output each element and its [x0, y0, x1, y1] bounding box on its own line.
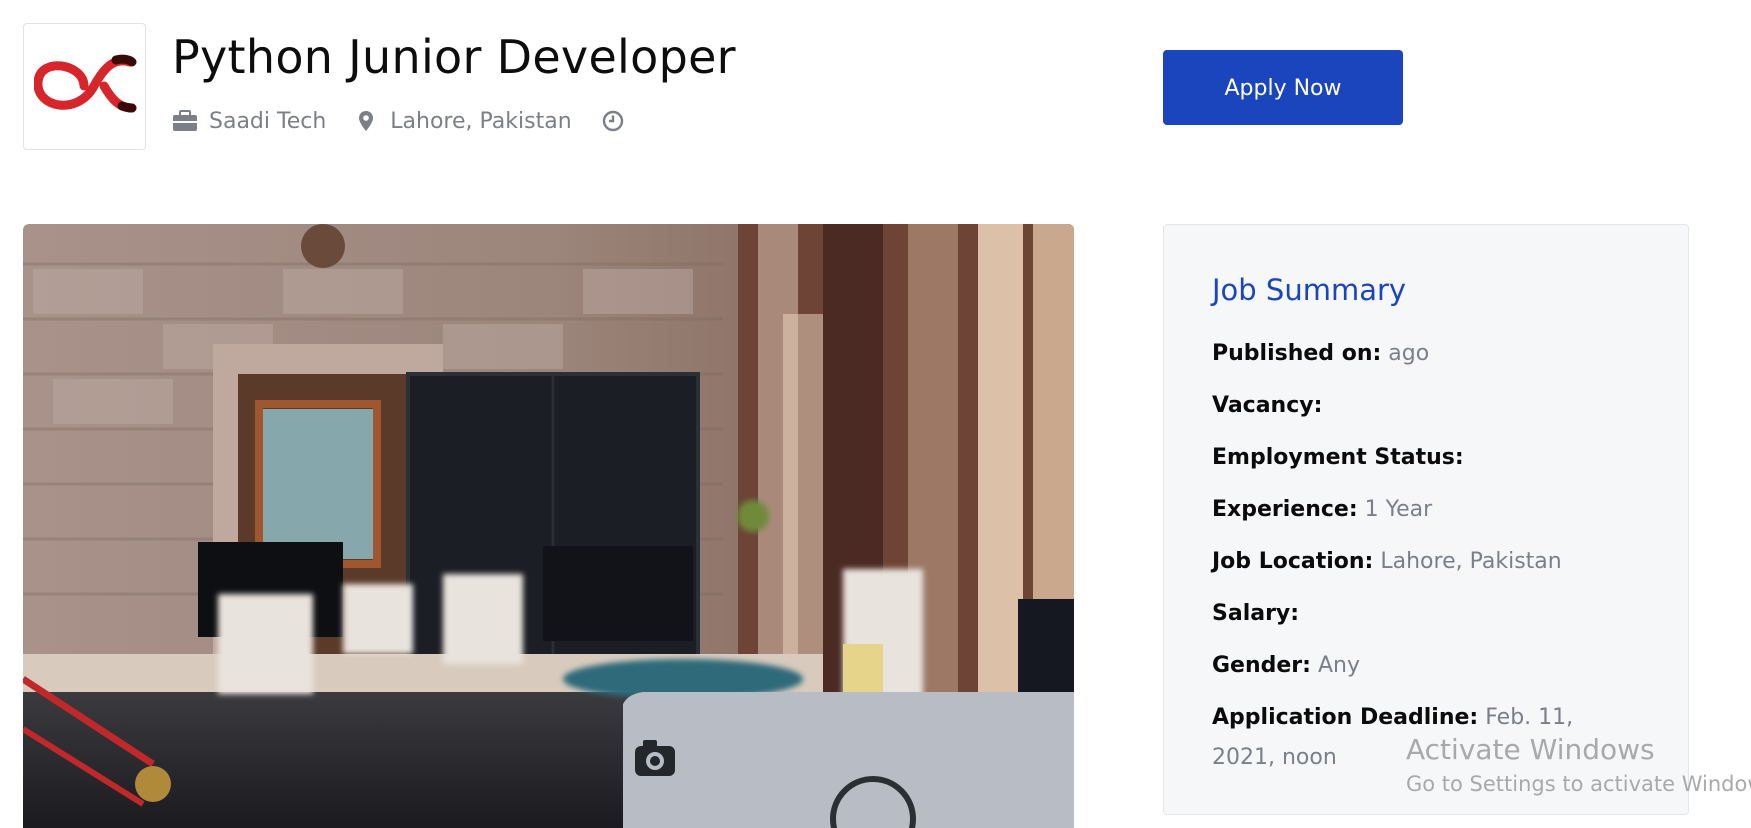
- summary-row-vacancy: Vacancy:: [1212, 386, 1642, 426]
- summary-label: Published on:: [1212, 341, 1382, 366]
- company-logo: [23, 23, 146, 150]
- location-meta: Lahore, Pakistan: [358, 108, 572, 134]
- summary-row-salary: Salary:: [1212, 594, 1642, 634]
- summary-label: Experience:: [1212, 497, 1358, 522]
- summary-label: Gender:: [1212, 653, 1311, 678]
- summary-label: Application Deadline:: [1212, 705, 1479, 730]
- job-title: Python Junior Developer: [172, 30, 736, 84]
- summary-value: 1 Year: [1364, 497, 1433, 522]
- job-meta: Saadi Tech Lahore, Pakistan: [172, 106, 624, 136]
- job-summary-title: Job Summary: [1212, 273, 1407, 307]
- summary-value: ago: [1388, 341, 1430, 366]
- summary-label: Vacancy:: [1212, 393, 1323, 418]
- summary-row-application-deadline: Application Deadline: Feb. 11, 2021, noo…: [1212, 698, 1632, 778]
- summary-row-published: Published on: ago: [1212, 334, 1642, 374]
- summary-row-gender: Gender: Any: [1212, 646, 1642, 686]
- job-summary-card: Job Summary Published on: ago Vacancy: E…: [1163, 224, 1689, 815]
- summary-row-employment-status: Employment Status:: [1212, 438, 1642, 478]
- summary-row-job-location: Job Location: Lahore, Pakistan: [1212, 542, 1642, 582]
- summary-label: Job Location:: [1212, 549, 1374, 574]
- summary-value: Lahore, Pakistan: [1380, 549, 1562, 574]
- summary-label: Salary:: [1212, 601, 1300, 626]
- company-name: Saadi Tech: [209, 108, 327, 134]
- job-cover-image: [23, 224, 1074, 828]
- job-location: Lahore, Pakistan: [390, 108, 572, 134]
- briefcase-icon: [173, 110, 197, 131]
- posted-time-meta: [602, 110, 624, 132]
- summary-row-experience: Experience: 1 Year: [1212, 490, 1642, 530]
- company-logo-mark: [34, 54, 137, 113]
- company-meta: Saadi Tech: [172, 109, 326, 134]
- summary-value: Any: [1317, 653, 1360, 678]
- apply-now-button[interactable]: Apply Now: [1163, 50, 1403, 125]
- map-pin-icon: [359, 111, 374, 131]
- clock-icon: [602, 110, 623, 132]
- summary-label: Employment Status:: [1212, 445, 1464, 470]
